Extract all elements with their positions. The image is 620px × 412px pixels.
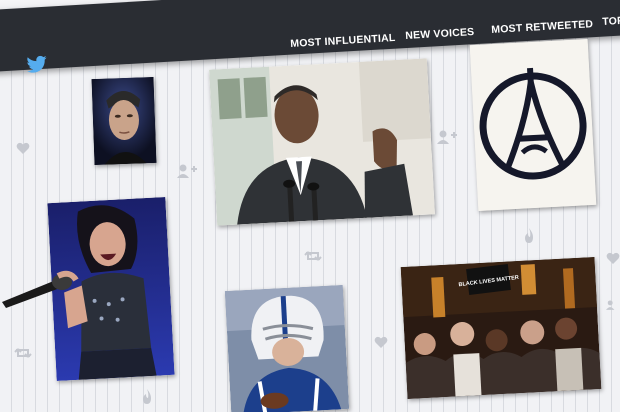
retweet-icon [13,346,33,362]
heart-icon [606,252,620,267]
portrait-image [91,76,157,166]
add-user-icon [177,164,197,180]
photo-football-player[interactable] [224,284,350,412]
photo-politician-speaking[interactable] [209,58,435,226]
flame-icon [141,389,153,407]
politician-image [209,58,435,226]
photo-portrait-man[interactable] [91,76,157,166]
photo-protest-crowd[interactable]: BLACK LIVES MATTER [400,257,602,399]
heart-icon [374,336,388,351]
retweet-icon [303,249,323,265]
nav-top[interactable]: Top [602,15,620,28]
heart-icon [16,142,30,157]
football-player-image [224,284,350,412]
add-user-icon [606,298,620,314]
microphone-image [2,270,79,308]
photo-peace-eiffel-symbol[interactable] [469,39,597,211]
add-user-icon [437,130,457,146]
protest-image: BLACK LIVES MATTER [400,257,602,399]
bird-icon[interactable] [26,55,49,74]
flame-icon [523,228,535,246]
feed-canvas: Most Influential New Voices Most Retweet… [0,0,620,412]
peace-symbol-image [469,39,597,211]
